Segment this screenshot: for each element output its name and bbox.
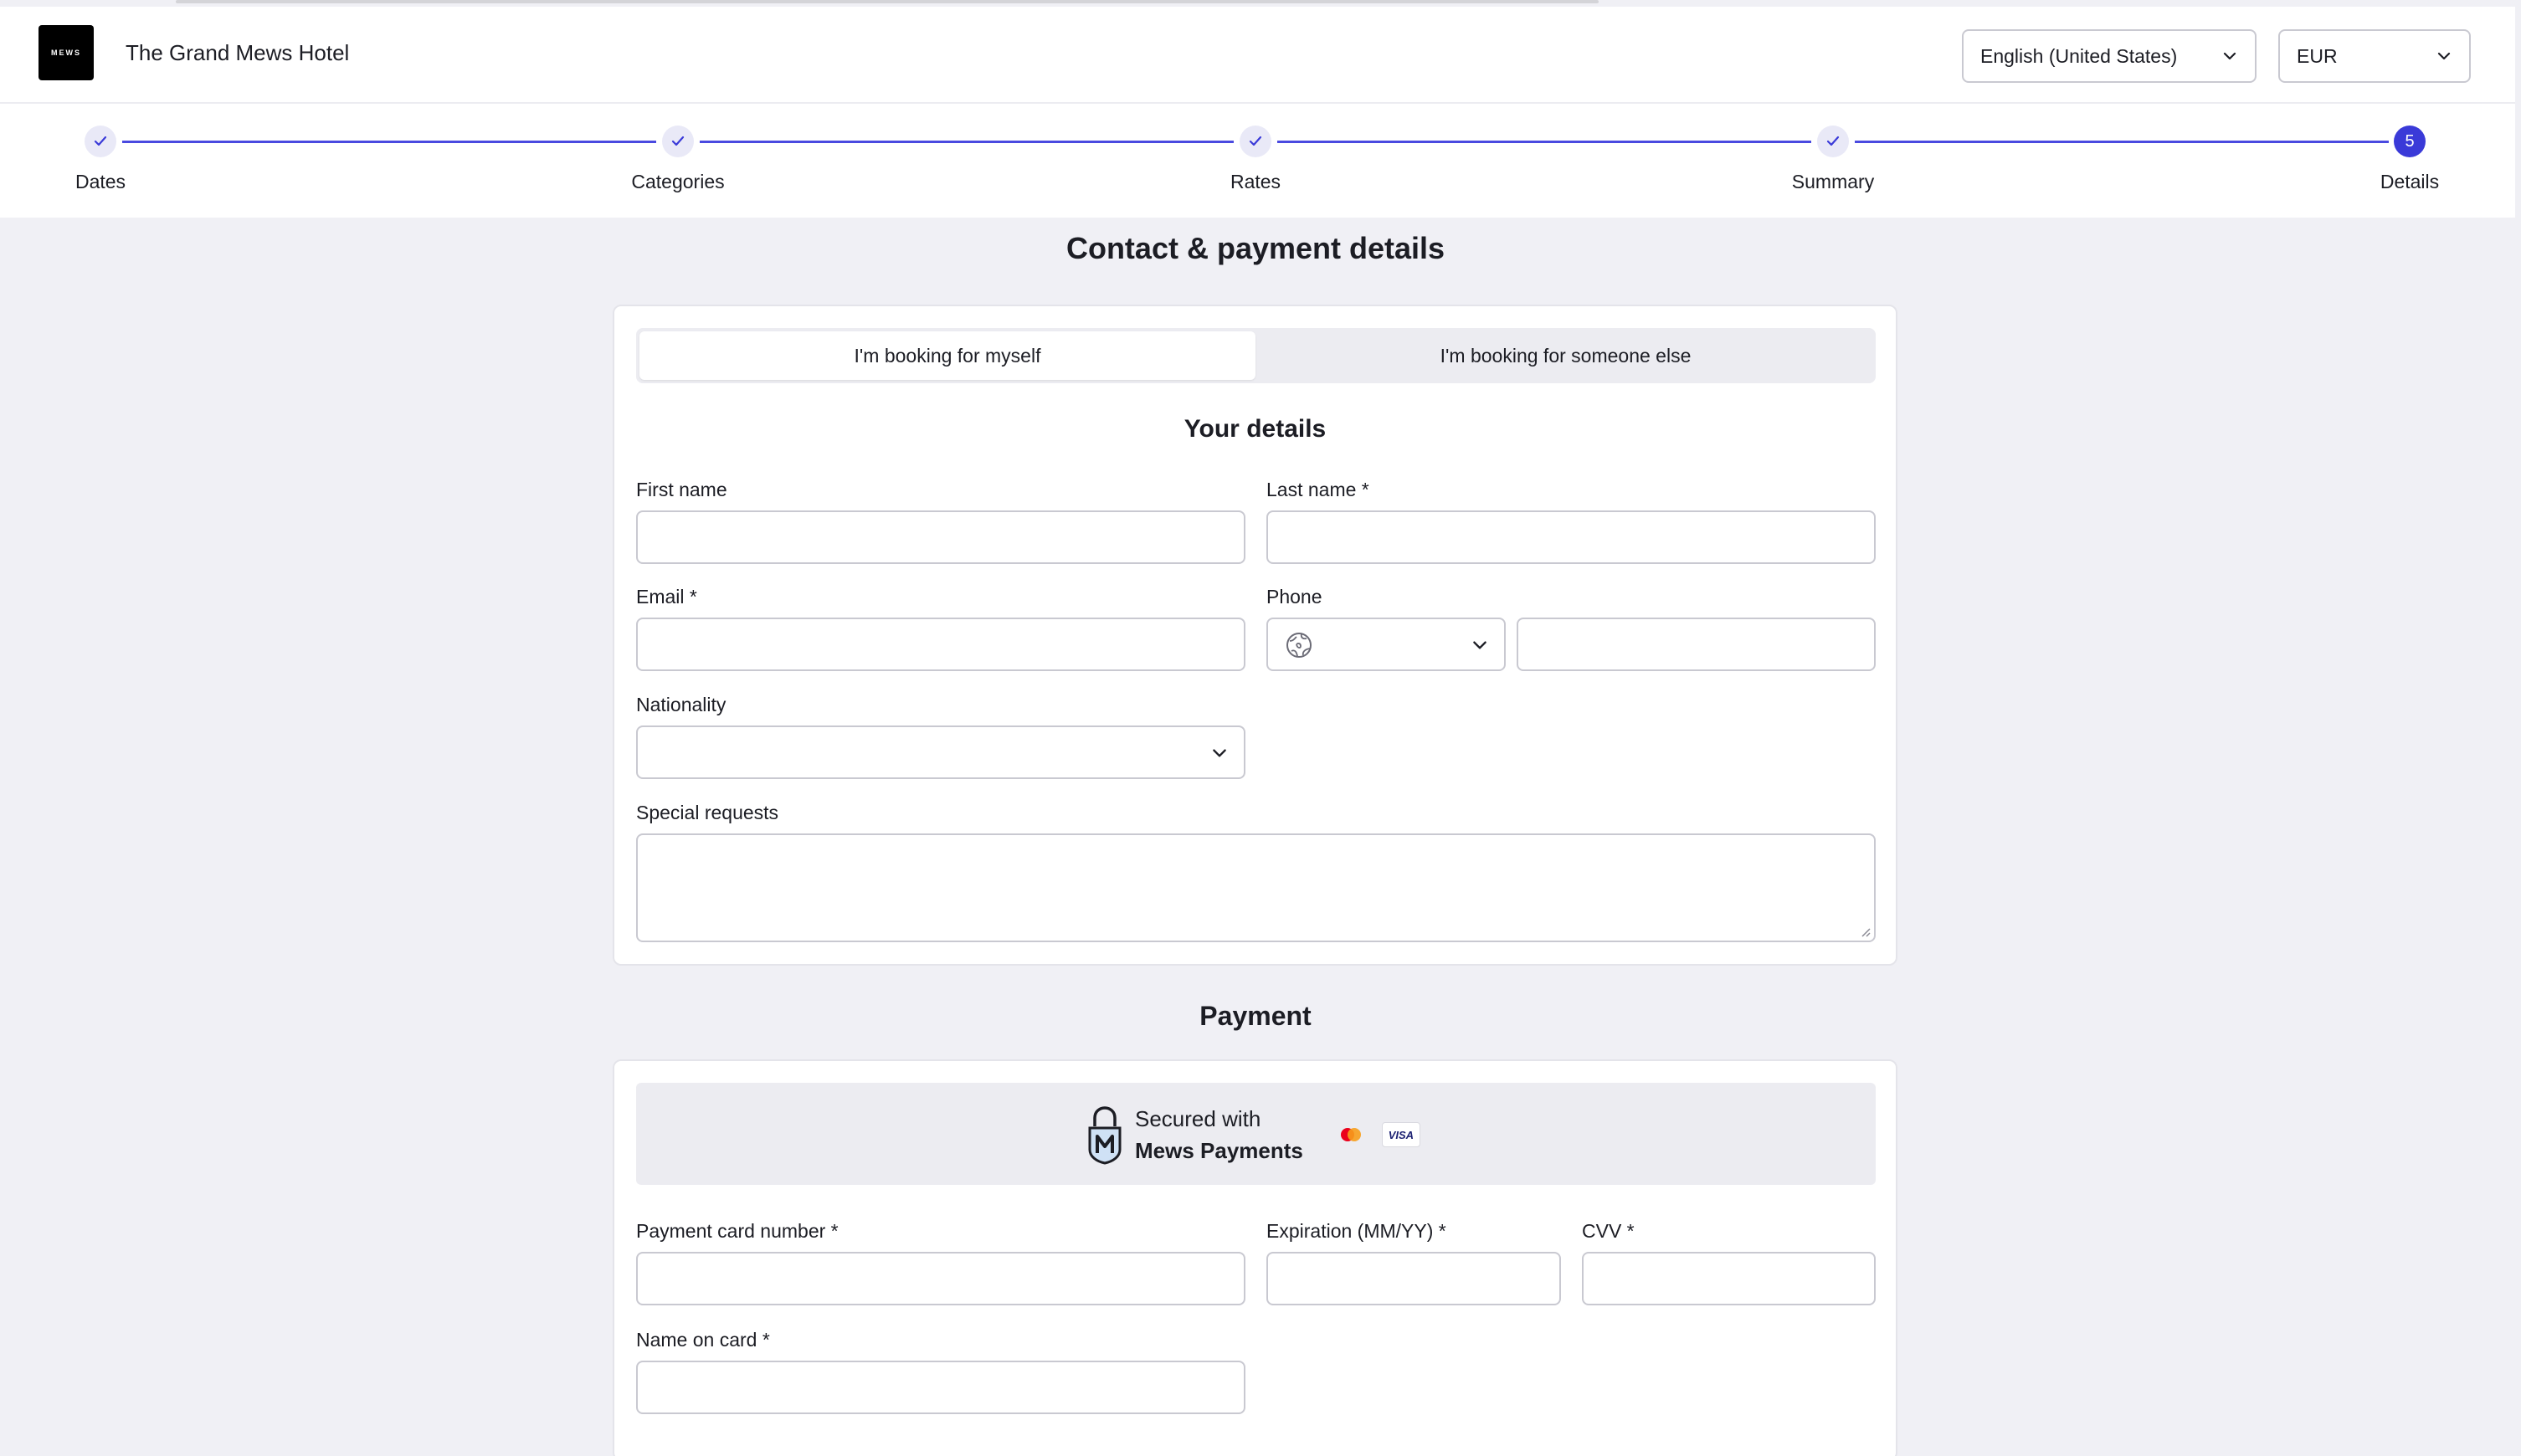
resize-grip-icon[interactable] xyxy=(1859,925,1871,937)
step-label-categories[interactable]: Categories xyxy=(631,171,724,193)
check-icon xyxy=(671,136,685,146)
first-name-input[interactable] xyxy=(636,510,1245,564)
step-connector xyxy=(700,141,1234,143)
visa-icon: VISA xyxy=(1381,1122,1420,1147)
email-input[interactable] xyxy=(636,618,1245,671)
chevron-down-icon xyxy=(1473,641,1486,649)
hotel-name: The Grand Mews Hotel xyxy=(126,40,350,65)
phone-number-input[interactable] xyxy=(1517,618,1876,671)
header: MEWS The Grand Mews Hotel English (Unite… xyxy=(0,7,2515,104)
step-label-summary[interactable]: Summary xyxy=(1792,171,1874,193)
step-rates-check[interactable] xyxy=(1240,126,1271,157)
step-label-dates[interactable]: Dates xyxy=(75,171,126,193)
hotel-logo[interactable]: MEWS xyxy=(39,25,94,80)
email-label: Email * xyxy=(636,586,697,608)
booking-stepper: 5 Dates Categories Rates Summary Details xyxy=(0,104,2515,218)
secured-with-label: Secured with xyxy=(1135,1106,1261,1131)
booking-for-toggle: I'm booking for myself I'm booking for s… xyxy=(636,328,1876,383)
cvv-label: CVV * xyxy=(1582,1220,1635,1242)
last-name-label: Last name * xyxy=(1266,479,1369,500)
step-connector xyxy=(1855,141,2389,143)
booking-someone-else-button[interactable]: I'm booking for someone else xyxy=(1259,331,1872,380)
check-icon xyxy=(1826,136,1840,146)
expiration-label: Expiration (MM/YY) * xyxy=(1266,1220,1446,1242)
language-select[interactable]: English (United States) xyxy=(1962,29,2257,83)
secure-payments-banner: Secured with Mews Payments VISA xyxy=(636,1083,1876,1185)
your-details-title: Your details xyxy=(1183,415,1327,443)
language-value: English (United States) xyxy=(1980,44,2178,67)
mastercard-icon xyxy=(1340,1128,1361,1141)
payment-provider-name: Mews Payments xyxy=(1135,1138,1303,1163)
currency-value: EUR xyxy=(2297,44,2338,67)
secure-text: Secured with Mews Payments xyxy=(1135,1103,1303,1166)
check-icon xyxy=(1249,136,1262,146)
step-summary-check[interactable] xyxy=(1817,126,1849,157)
card-number-input[interactable] xyxy=(636,1252,1245,1305)
step-dates-check[interactable] xyxy=(85,126,116,157)
payment-title: Payment xyxy=(1199,1001,1312,1031)
contact-details-card: I'm booking for myself I'm booking for s… xyxy=(613,305,1897,966)
chevron-down-icon xyxy=(2223,52,2236,60)
page-title: Contact & payment details xyxy=(1065,231,1445,265)
first-name-label: First name xyxy=(636,479,727,500)
nationality-select[interactable] xyxy=(636,725,1245,779)
cvv-input[interactable] xyxy=(1582,1252,1876,1305)
expiration-input[interactable] xyxy=(1266,1252,1561,1305)
loading-bar xyxy=(176,0,1599,3)
step-details-number: 5 xyxy=(2394,126,2426,157)
currency-select[interactable]: EUR xyxy=(2278,29,2471,83)
secure-payments-badge: Secured with Mews Payments VISA xyxy=(1085,1103,1420,1166)
booking-myself-button[interactable]: I'm booking for myself xyxy=(639,331,1255,380)
chevron-down-icon xyxy=(2437,52,2451,60)
special-requests-label: Special requests xyxy=(636,802,779,823)
step-connector xyxy=(122,141,656,143)
phone-label: Phone xyxy=(1266,586,1322,608)
name-on-card-input[interactable] xyxy=(636,1361,1245,1414)
phone-country-select[interactable] xyxy=(1266,618,1506,671)
booking-page: MEWS The Grand Mews Hotel English (Unite… xyxy=(0,0,2521,1456)
card-number-label: Payment card number * xyxy=(636,1220,839,1242)
step-label-rates[interactable]: Rates xyxy=(1230,171,1281,193)
logo-text: MEWS xyxy=(51,49,81,57)
special-requests-textarea[interactable] xyxy=(636,833,1876,942)
mews-lock-icon xyxy=(1088,1106,1122,1165)
step-categories-check[interactable] xyxy=(662,126,694,157)
name-on-card-label: Name on card * xyxy=(636,1329,770,1351)
chevron-down-icon xyxy=(1213,749,1226,757)
step-connector xyxy=(1277,141,1811,143)
globe-icon xyxy=(1286,633,1312,658)
payment-card: Secured with Mews Payments VISA Payment … xyxy=(613,1059,1897,1456)
step-label-details: Details xyxy=(2380,171,2440,192)
check-icon xyxy=(94,136,107,146)
nationality-label: Nationality xyxy=(636,694,727,715)
last-name-input[interactable] xyxy=(1266,510,1876,564)
